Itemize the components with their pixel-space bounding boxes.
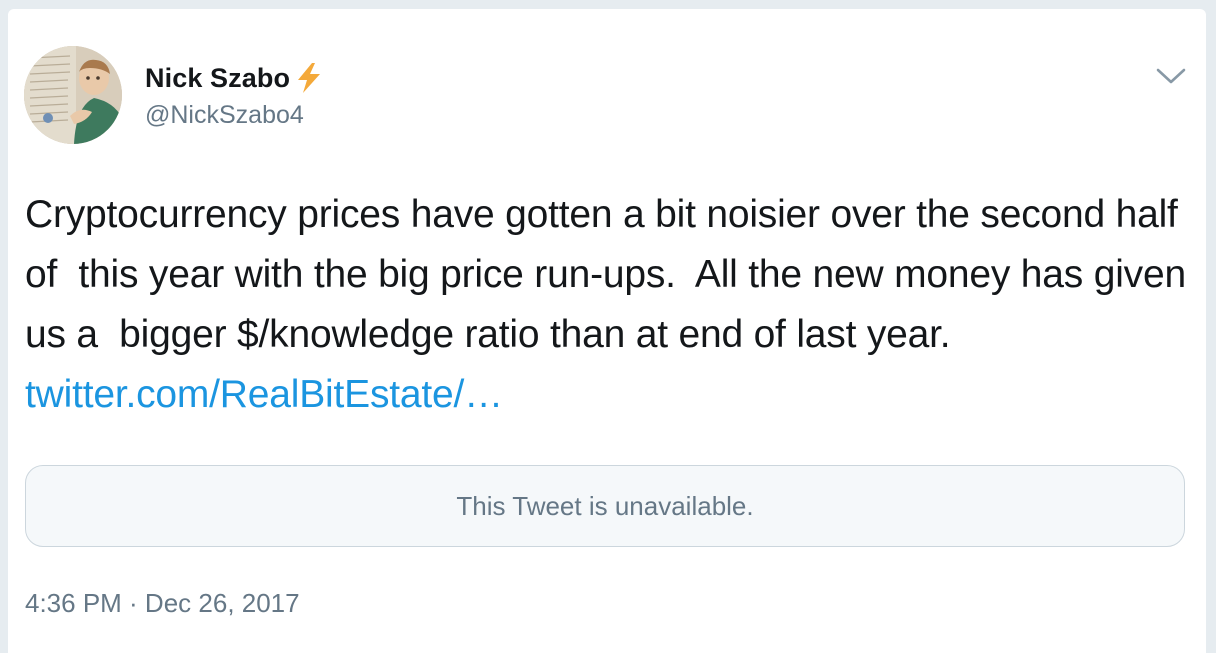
tweet-timestamp[interactable]: 4:36 PM · Dec 26, 2017 — [25, 588, 300, 619]
quoted-tweet-unavailable: This Tweet is unavailable. — [25, 465, 1185, 547]
tweet-body-text: Cryptocurrency prices have gotten a bit … — [25, 193, 1197, 356]
author-display-name-row[interactable]: Nick Szabo — [145, 61, 326, 95]
author-display-name[interactable]: Nick Szabo — [145, 63, 290, 94]
quoted-tweet-message: This Tweet is unavailable. — [456, 490, 754, 521]
high-voltage-icon — [298, 63, 321, 93]
avatar-image — [24, 46, 122, 144]
chevron-down-icon[interactable] — [1154, 65, 1188, 87]
tweet-card: Nick Szabo @NickSzabo4 Cryptocurrency pr… — [8, 9, 1206, 653]
author-handle[interactable]: @NickSzabo4 — [145, 101, 304, 130]
tweet-text: Cryptocurrency prices have gotten a bit … — [25, 185, 1195, 425]
avatar[interactable] — [24, 46, 122, 144]
tweet-link[interactable]: twitter.com/RealBitEstate/… — [25, 373, 503, 416]
